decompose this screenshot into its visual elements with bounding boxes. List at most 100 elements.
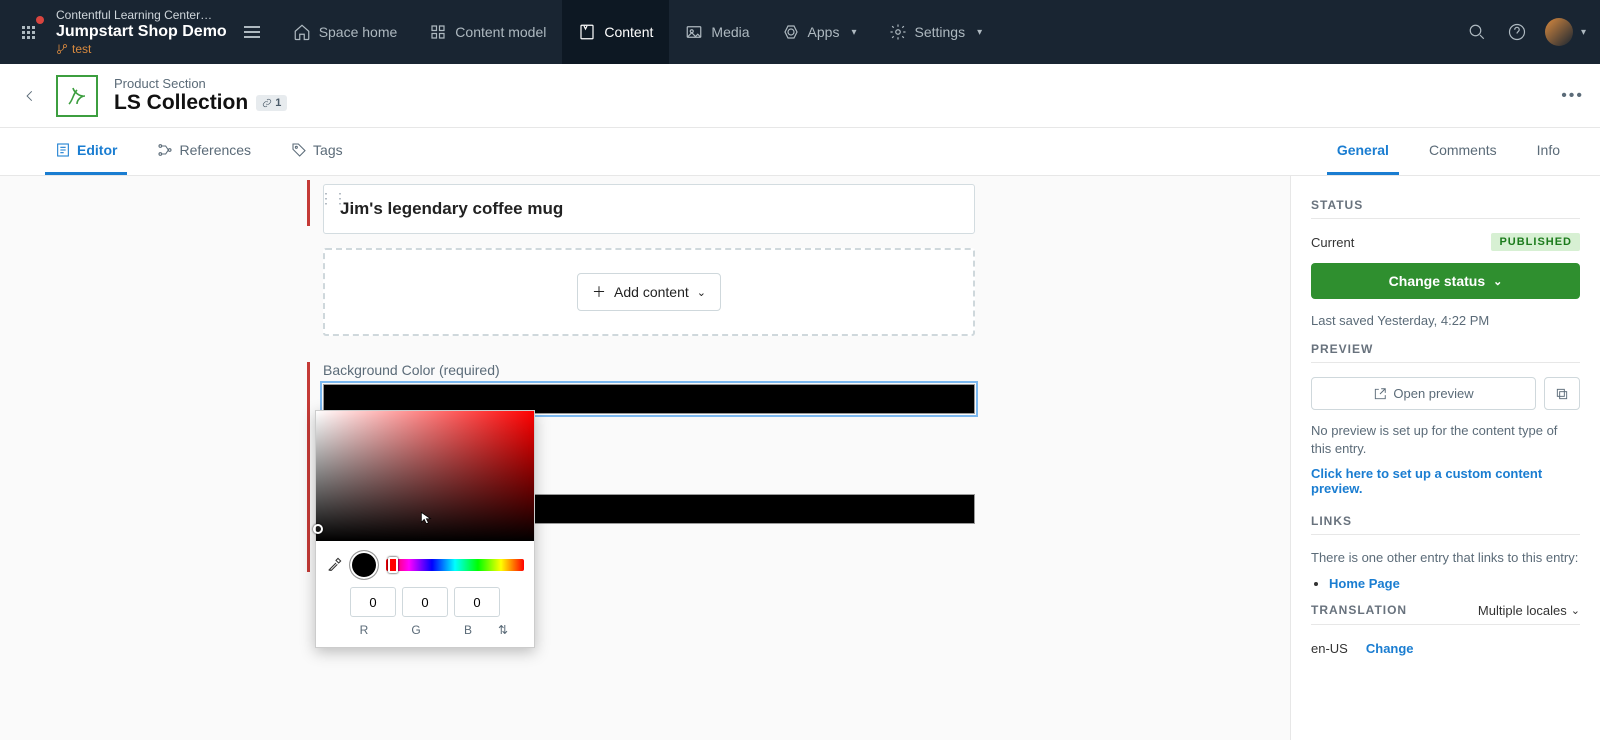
color-g-input[interactable] [402, 587, 448, 617]
tab-editor[interactable]: Editor [45, 128, 127, 175]
saturation-cursor[interactable] [313, 524, 323, 534]
tab-comments[interactable]: Comments [1419, 128, 1507, 175]
color-swatch [350, 551, 378, 579]
app-switcher-button[interactable] [8, 12, 48, 52]
content-icon [578, 23, 596, 41]
tab-references[interactable]: References [147, 128, 261, 175]
color-r-input[interactable] [350, 587, 396, 617]
user-avatar[interactable] [1545, 18, 1573, 46]
copy-icon [1555, 387, 1569, 401]
hamburger-button[interactable] [237, 17, 267, 47]
plus-icon: ＋ [592, 282, 606, 302]
chevron-down-icon: ⌄ [697, 286, 706, 299]
change-status-button[interactable]: Change status ⌄ [1311, 263, 1580, 299]
chevron-down-icon: ▾ [851, 27, 856, 38]
chevron-down-icon: ▾ [977, 27, 982, 38]
help-icon [1508, 23, 1526, 41]
tag-icon [291, 142, 307, 158]
nav-item-media[interactable]: Media [669, 0, 765, 64]
apps-icon [782, 23, 800, 41]
search-button[interactable] [1457, 12, 1497, 52]
content-type-icon [56, 75, 98, 117]
tab-tags[interactable]: Tags [281, 128, 353, 175]
drag-handle-icon[interactable]: ⋮⋮ [319, 190, 347, 207]
chevron-down-icon[interactable]: ▾ [1581, 27, 1586, 38]
status-badge: PUBLISHED [1491, 233, 1580, 251]
field-required-indicator [307, 362, 310, 572]
tab-info[interactable]: Info [1527, 128, 1570, 175]
links-heading: LINKS [1311, 514, 1580, 528]
entry-header: Product Section LS Collection 1 ••• [0, 64, 1600, 128]
branch-icon [56, 43, 68, 55]
saturation-area[interactable] [316, 411, 534, 541]
r-label: R [341, 623, 387, 637]
add-content-button[interactable]: ＋ Add content ⌄ [577, 273, 721, 311]
external-link-icon [1373, 387, 1387, 401]
tabs-row: Editor References Tags General Comments … [0, 128, 1600, 176]
org-name: Contentful Learning Center… [56, 8, 227, 22]
nav-items: Space home Content model Content Media A… [277, 0, 998, 64]
color-picker: R G B ⇅ [315, 410, 535, 648]
g-label: G [393, 623, 439, 637]
format-switch-button[interactable]: ⇅ [497, 623, 509, 637]
link-count-badge[interactable]: 1 [256, 95, 287, 111]
links-text: There is one other entry that links to t… [1311, 549, 1580, 567]
entry-title-block: Product Section LS Collection 1 [114, 76, 287, 115]
no-preview-text: No preview is set up for the content typ… [1311, 422, 1580, 458]
current-label: Current [1311, 235, 1354, 250]
link-icon [262, 98, 272, 108]
nav-item-space-home[interactable]: Space home [277, 0, 414, 64]
copy-preview-button[interactable] [1544, 377, 1580, 410]
space-name: Jumpstart Shop Demo [56, 22, 227, 41]
space-info[interactable]: Contentful Learning Center… Jumpstart Sh… [56, 8, 227, 56]
field-label: Background Color (required) [323, 362, 975, 378]
reference-card[interactable]: Jim's legendary coffee mug [323, 184, 975, 234]
chevron-down-icon: ⌄ [1571, 604, 1580, 617]
references-field: ⋮⋮ Jim's legendary coffee mug ＋ Add cont… [315, 184, 975, 336]
locale-label: en-US [1311, 641, 1348, 656]
change-locale-link[interactable]: Change [1366, 641, 1414, 656]
entry-title: LS Collection 1 [114, 91, 287, 115]
chevron-left-icon [23, 89, 37, 103]
back-button[interactable] [16, 82, 44, 110]
hue-handle[interactable] [388, 557, 398, 573]
entry-actions-button[interactable]: ••• [1561, 87, 1584, 105]
notification-dot-icon [36, 16, 44, 24]
chevron-down-icon: ⌄ [1493, 275, 1502, 288]
sidebar: STATUS Current PUBLISHED Change status ⌄… [1290, 176, 1600, 740]
content-model-icon [429, 23, 447, 41]
content-type-label: Product Section [114, 76, 287, 91]
setup-preview-link[interactable]: Click here to set up a custom content pr… [1311, 466, 1542, 496]
color-b-input[interactable] [454, 587, 500, 617]
status-heading: STATUS [1311, 198, 1580, 212]
eyedropper-icon [326, 557, 342, 573]
editor-main: ⋮⋮ Jim's legendary coffee mug ＋ Add cont… [0, 176, 1290, 740]
top-nav: Contentful Learning Center… Jumpstart Sh… [0, 0, 1600, 64]
field-required-indicator [307, 180, 310, 226]
nav-item-content-model[interactable]: Content model [413, 0, 562, 64]
preview-heading: PREVIEW [1311, 342, 1580, 356]
eyedropper-button[interactable] [326, 557, 342, 573]
add-content-zone: ＋ Add content ⌄ [323, 248, 975, 336]
b-label: B [445, 623, 491, 637]
home-icon [293, 23, 311, 41]
media-icon [685, 23, 703, 41]
open-preview-button[interactable]: Open preview [1311, 377, 1536, 410]
help-button[interactable] [1497, 12, 1537, 52]
mouse-cursor-icon [420, 509, 434, 527]
translation-heading: TRANSLATION [1311, 603, 1407, 617]
hue-slider[interactable] [386, 559, 524, 571]
gear-icon [889, 23, 907, 41]
search-icon [1468, 23, 1486, 41]
background-color-field: Background Color (required) [315, 362, 975, 572]
nav-item-settings[interactable]: Settings ▾ [873, 0, 999, 64]
multiple-locales-dropdown[interactable]: Multiple locales ⌄ [1478, 603, 1580, 618]
env-label: test [56, 42, 227, 56]
references-icon [157, 142, 173, 158]
nav-item-apps[interactable]: Apps ▾ [766, 0, 873, 64]
linked-entry-link[interactable]: Home Page [1329, 576, 1400, 591]
nav-item-content[interactable]: Content [562, 0, 669, 64]
last-saved-text: Last saved Yesterday, 4:22 PM [1311, 313, 1580, 328]
tab-general[interactable]: General [1327, 128, 1399, 175]
editor-icon [55, 142, 71, 158]
